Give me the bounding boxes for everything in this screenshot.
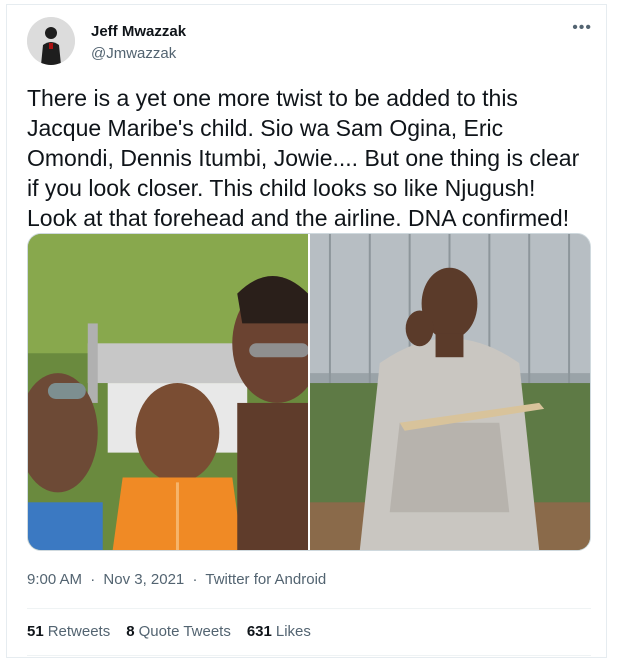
likes-stat[interactable]: 631 Likes <box>247 623 311 640</box>
tweet-time[interactable]: 9:00 AM <box>27 571 82 588</box>
divider <box>27 608 591 609</box>
retweets-stat[interactable]: 51 Retweets <box>27 623 110 640</box>
tweet-photo-left[interactable] <box>28 234 308 550</box>
tweet-media[interactable] <box>27 233 591 551</box>
more-options-icon[interactable]: ••• <box>572 19 592 37</box>
tweet-photo-right[interactable] <box>310 234 590 550</box>
tweet-metadata: 9:00 AM · Nov 3, 2021 · Twitter for Andr… <box>27 571 326 588</box>
divider <box>27 655 591 656</box>
quotes-label: Quote Tweets <box>138 623 231 640</box>
tweet-source[interactable]: Twitter for Android <box>205 571 326 588</box>
meta-separator: · <box>90 571 96 588</box>
display-name[interactable]: Jeff Mwazzak <box>91 23 186 40</box>
retweets-count: 51 <box>27 623 44 640</box>
user-handle[interactable]: @Jmwazzak <box>91 45 176 62</box>
tweet-stats: 51 Retweets 8 Quote Tweets 631 Likes <box>27 623 311 640</box>
retweets-label: Retweets <box>47 623 111 640</box>
likes-count: 631 <box>246 623 272 640</box>
likes-label: Likes <box>275 623 311 640</box>
tweet-card: Jeff Mwazzak @Jmwazzak ••• There is a ye… <box>6 4 607 658</box>
meta-separator: · <box>192 571 198 588</box>
quote-tweets-stat[interactable]: 8 Quote Tweets <box>126 623 231 640</box>
avatar[interactable] <box>27 17 75 65</box>
tweet-text: There is a yet one more twist to be adde… <box>27 85 580 231</box>
quotes-count: 8 <box>126 623 135 640</box>
tweet-date[interactable]: Nov 3, 2021 <box>103 571 184 588</box>
